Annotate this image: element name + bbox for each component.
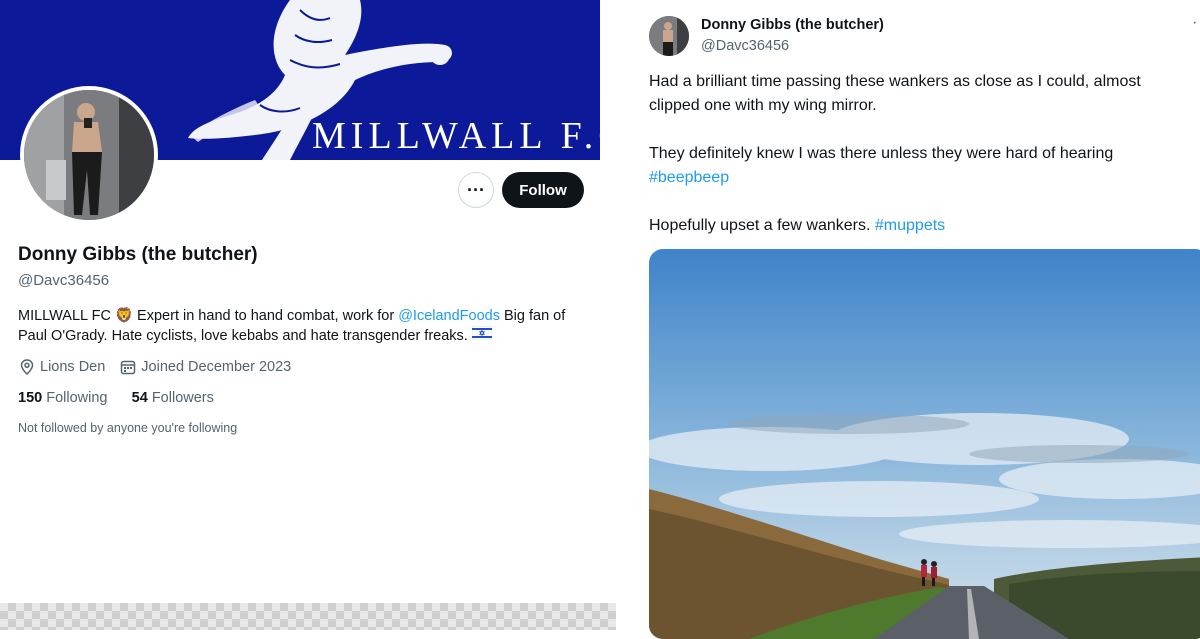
tweet-text-line3: Hopefully upset a few wankers. #muppets bbox=[649, 214, 1194, 238]
profile-card: MILLWALL F.C. ··· Follow Donny Gibbs (th… bbox=[0, 0, 600, 446]
followers-label: Followers bbox=[151, 390, 214, 406]
tweet-author-handle[interactable]: @Davc36456 bbox=[701, 38, 789, 54]
location-pin-icon bbox=[18, 358, 36, 376]
tweet-card: Donny Gibbs (the butcher) @Davc36456 · H… bbox=[632, 0, 1200, 639]
profile-handle: @Davc36456 bbox=[18, 272, 110, 289]
tweet-text: They definitely knew I was there unless … bbox=[649, 145, 1114, 162]
avatar-photo bbox=[24, 90, 154, 220]
tweet-author-name[interactable]: Donny Gibbs (the butcher) bbox=[701, 17, 884, 33]
following-count: 150 bbox=[18, 390, 43, 406]
tweet-text-line2: They definitely knew I was there unless … bbox=[649, 142, 1194, 190]
tweet-avatar[interactable] bbox=[649, 16, 689, 56]
more-options-button[interactable]: ··· bbox=[458, 172, 494, 208]
calendar-icon bbox=[119, 358, 137, 376]
bio-text: MILLWALL FC bbox=[18, 308, 111, 324]
tweet-photo[interactable] bbox=[649, 249, 1200, 639]
following-link[interactable]: 150 Following bbox=[18, 390, 107, 406]
tweet-text-line1: Had a brilliant time passing these wanke… bbox=[649, 73, 1141, 114]
tweet-text: Hopefully upset a few wankers. bbox=[649, 217, 875, 234]
hashtag-muppets[interactable]: #muppets bbox=[875, 217, 945, 234]
israel-flag-icon bbox=[471, 325, 493, 346]
profile-bio: MILLWALL FC 🦁 Expert in hand to hand com… bbox=[18, 306, 583, 346]
followers-link[interactable]: 54 Followers bbox=[132, 390, 214, 406]
transparency-strip bbox=[0, 603, 616, 630]
road-cyclists-photo bbox=[649, 249, 1200, 639]
joined-text: Joined December 2023 bbox=[141, 359, 292, 375]
mention-link[interactable]: @IcelandFoods bbox=[398, 308, 500, 324]
profile-meta: Lions Den Joined December 2023 bbox=[18, 358, 291, 376]
following-label: Following bbox=[46, 390, 108, 406]
bio-text: Expert in hand to hand combat, work for bbox=[133, 308, 399, 324]
tweet-avatar-photo bbox=[649, 16, 689, 56]
profile-avatar[interactable] bbox=[20, 86, 158, 224]
followers-count: 54 bbox=[131, 390, 148, 406]
not-followed-notice: Not followed by anyone you're following bbox=[18, 421, 238, 435]
follow-button[interactable]: Follow bbox=[502, 172, 584, 208]
hashtag-beepbeep[interactable]: #beepbeep bbox=[649, 169, 729, 186]
banner-title: MILLWALL F.C. bbox=[312, 115, 600, 157]
profile-display-name: Donny Gibbs (the butcher) bbox=[18, 244, 258, 265]
location-text: Lions Den bbox=[40, 359, 106, 375]
lion-emoji: 🦁 bbox=[114, 308, 134, 324]
more-dots-icon[interactable]: · bbox=[1192, 14, 1197, 32]
profile-stats: 150 Following 54 Followers bbox=[18, 390, 214, 406]
